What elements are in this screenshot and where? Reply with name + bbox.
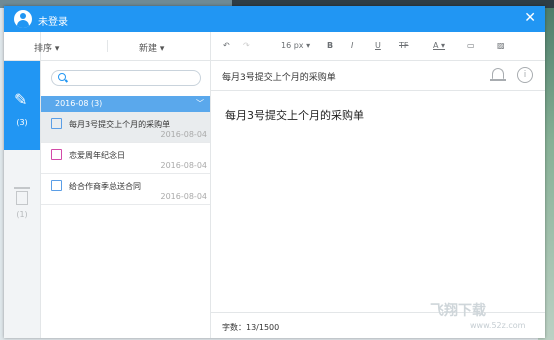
- rail-item-notes[interactable]: ✎ (3): [4, 60, 40, 150]
- month-group-header[interactable]: 2016-08 (3) ﹀: [41, 96, 210, 112]
- watermark-url: www.52z.com: [470, 321, 526, 330]
- pen-icon: ✎: [14, 90, 28, 109]
- category-rail: ✎ (3) (1): [4, 32, 41, 338]
- info-icon[interactable]: i: [517, 67, 533, 83]
- list-item[interactable]: 给合作商季总送合同 2016-08-04: [41, 174, 210, 205]
- note-body[interactable]: 每月3号提交上个月的采购单: [225, 107, 364, 123]
- close-button[interactable]: ✕: [524, 11, 536, 25]
- list-item[interactable]: 每月3号提交上个月的采购单 2016-08-04: [41, 112, 210, 143]
- notes-count: (3): [16, 118, 28, 127]
- table-icon[interactable]: ▭: [467, 41, 475, 50]
- chevron-down-icon: ﹀: [196, 99, 204, 108]
- note-list-column: 排序 ▾ 新建 ▾ 2016-08 (3) ﹀ 每月3号提交上个月的采购单 20…: [4, 32, 211, 338]
- bold-icon[interactable]: B: [327, 41, 333, 50]
- note-icon: [51, 118, 62, 129]
- list-toolbar: 排序 ▾ 新建 ▾: [4, 32, 210, 61]
- trash-icon: [14, 187, 30, 205]
- note-icon: [51, 180, 62, 191]
- calendar-icon: [51, 149, 62, 160]
- title-bar: 未登录 ✕: [4, 6, 545, 32]
- watermark-logo: 飞翔下载: [430, 303, 486, 319]
- list-item[interactable]: 恋爱周年纪念日 2016-08-04: [41, 143, 210, 174]
- new-note-button[interactable]: 新建 ▾: [139, 41, 164, 54]
- image-icon[interactable]: ▨: [497, 41, 505, 50]
- rail-item-trash[interactable]: (1): [4, 182, 40, 232]
- italic-icon[interactable]: I: [351, 41, 353, 50]
- undo-icon[interactable]: ↶: [223, 41, 230, 50]
- sort-button[interactable]: 排序 ▾: [34, 41, 59, 54]
- bell-icon[interactable]: [490, 68, 506, 81]
- redo-icon[interactable]: ↷: [243, 41, 250, 50]
- search-input[interactable]: [51, 70, 201, 86]
- format-toolbar: ↶ ↷ 16 px ▾ B I U ŦF A ▾ ▭ ▨: [211, 32, 545, 61]
- font-color-icon[interactable]: A ▾: [433, 41, 445, 50]
- avatar-icon[interactable]: [14, 10, 32, 28]
- strikethrough-icon[interactable]: ŦF: [399, 41, 409, 50]
- trash-count: (1): [16, 210, 28, 219]
- underline-icon[interactable]: U: [375, 41, 381, 50]
- search-icon: [58, 73, 66, 81]
- note-editor: ↶ ↷ 16 px ▾ B I U ŦF A ▾ ▭ ▨ 每月3号提交上个月的采…: [211, 32, 545, 338]
- app-window: 未登录 ✕ ✎ (3) (1) 排序 ▾ 新建 ▾ 2016-08 (3) ﹀ …: [4, 6, 545, 338]
- font-size-select[interactable]: 16 px ▾: [281, 41, 310, 50]
- note-title[interactable]: 每月3号提交上个月的采购单: [222, 70, 336, 83]
- group-label: 2016-08 (3): [55, 99, 103, 108]
- window-title: 未登录: [38, 17, 68, 28]
- char-count: 字数：13/1500: [222, 323, 280, 332]
- note-title-row: 每月3号提交上个月的采购单 i: [211, 60, 545, 91]
